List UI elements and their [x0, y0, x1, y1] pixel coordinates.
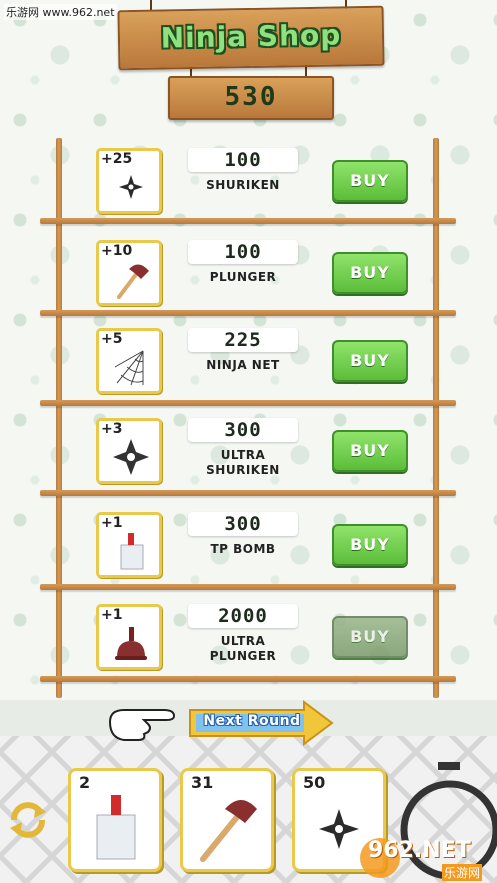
watermark-logo-text: 962.NET [368, 838, 471, 863]
page-title: Ninja Shop [160, 18, 342, 55]
item-name: TP BOMB [210, 542, 276, 556]
shop-item-ninja-net: +5 225 NINJA NET BUY [96, 328, 458, 398]
item-frame: +3 [96, 418, 162, 484]
shop-item-tp-bomb: +1 300 TP BOMB BUY [96, 512, 458, 582]
inventory-count: 31 [191, 773, 214, 792]
item-name: PLUNGER [209, 270, 277, 284]
item-price: 2000 [188, 604, 298, 628]
item-price: 225 [188, 328, 298, 352]
item-frame: +5 [96, 328, 162, 394]
buy-button[interactable]: BUY [332, 430, 408, 472]
shop-item-ultra-plunger: +1 2000 ULTRA PLUNGER BUY [96, 604, 458, 674]
shuriken-icon [119, 175, 143, 199]
shelf-board [40, 676, 456, 682]
shop-item-ultra-shuriken: +3 300 ULTRA SHURIKEN BUY [96, 418, 458, 488]
shelf-board [40, 218, 456, 224]
shelf-board [40, 490, 456, 496]
item-quantity: +10 [101, 243, 133, 259]
item-price: 300 [188, 512, 298, 536]
item-name: SHURIKEN [206, 178, 280, 192]
net-icon [114, 350, 144, 386]
tp-bomb-icon [120, 533, 144, 570]
item-price: 100 [188, 240, 298, 264]
item-price: 300 [188, 418, 298, 442]
refresh-icon[interactable] [6, 798, 50, 842]
shelf-board [40, 400, 456, 406]
coin-count: 530 [224, 82, 278, 112]
watermark-logo-sub: 乐游网 [442, 864, 483, 881]
item-quantity: +5 [101, 331, 123, 347]
shop-item-plunger: +10 100 PLUNGER BUY [96, 240, 458, 310]
buy-button[interactable]: BUY [332, 252, 408, 294]
next-round-button[interactable]: Next Round [186, 700, 336, 746]
item-name: ULTRA PLUNGER [209, 634, 277, 663]
inventory-slot-plunger[interactable]: 31 [180, 768, 274, 872]
shop-item-shuriken: +25 100 SHURIKEN BUY [96, 148, 458, 218]
item-frame: +1 [96, 512, 162, 578]
item-frame: +10 [96, 240, 162, 306]
buy-button[interactable]: BUY [332, 160, 408, 202]
item-quantity: +25 [101, 151, 133, 167]
coin-sign: 530 [168, 76, 334, 120]
item-price: 100 [188, 148, 298, 172]
watermark-logo: 962.NET 乐游网 [358, 832, 497, 882]
plunger-icon [200, 800, 257, 862]
sign-rope [150, 0, 152, 10]
pointing-hand-icon [108, 709, 176, 741]
item-quantity: +3 [101, 421, 123, 437]
inventory-count: 50 [303, 773, 326, 792]
item-frame: +1 [96, 604, 162, 670]
shelf-board [40, 584, 456, 590]
buy-button[interactable]: BUY [332, 340, 408, 382]
inventory-count: 2 [79, 773, 91, 792]
watermark-text: 乐游网 www.962.net [4, 4, 117, 20]
buy-button[interactable]: BUY [332, 524, 408, 566]
item-name: ULTRA SHURIKEN [206, 448, 280, 477]
buy-button-disabled[interactable]: BUY [332, 616, 408, 658]
tp-bomb-icon [96, 795, 136, 860]
item-name: NINJA NET [206, 358, 280, 372]
ultra-plunger-icon [115, 627, 147, 660]
item-quantity: +1 [101, 607, 123, 623]
ultra-shuriken-icon [113, 439, 149, 475]
next-round-label: Next Round [203, 713, 301, 729]
title-sign: Ninja Shop [117, 5, 385, 71]
inventory-slot-tp-bomb[interactable]: 2 [68, 768, 162, 872]
plunger-icon [117, 264, 149, 299]
item-quantity: +1 [101, 515, 123, 531]
shelf-board [40, 310, 456, 316]
item-frame: +25 [96, 148, 162, 214]
